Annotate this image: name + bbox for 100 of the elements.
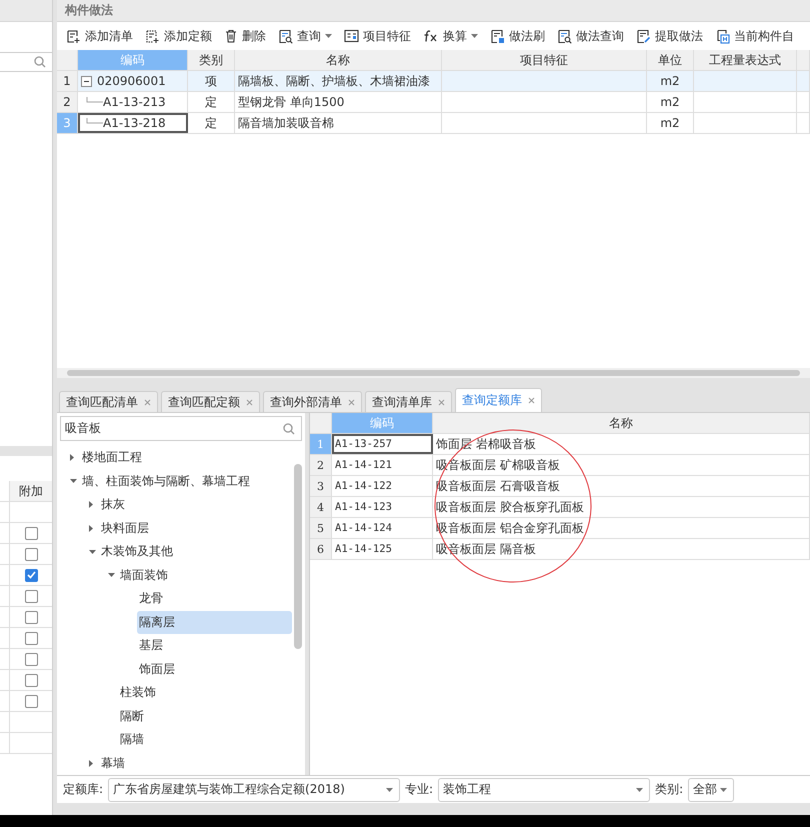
trash-icon <box>224 29 238 43</box>
close-icon[interactable] <box>438 398 445 406</box>
checkbox[interactable] <box>24 568 38 582</box>
toolbar-button[interactable]: 做法查询 <box>552 26 629 46</box>
tab[interactable]: 查询匹配定额 <box>161 391 260 412</box>
column-header: 项目特征 <box>442 50 647 70</box>
search-field[interactable]: 吸音板 <box>60 416 302 441</box>
add-document-icon <box>66 28 81 44</box>
filter-label: 类别: <box>655 781 684 798</box>
toolbar-button[interactable]: 换算 <box>418 26 483 46</box>
close-icon[interactable] <box>246 398 253 406</box>
collapse-icon[interactable] <box>81 76 92 86</box>
close-icon[interactable] <box>144 398 151 406</box>
row-number: 2 <box>57 92 78 112</box>
row-number: 4 <box>310 497 332 517</box>
tree-item[interactable]: 隔断 <box>118 704 146 728</box>
scrollbar-thumb[interactable] <box>294 464 302 649</box>
code-text: A1-13-213 <box>103 95 166 109</box>
tree-item[interactable]: 隔离层 <box>137 610 292 634</box>
column-header: 类别 <box>188 50 235 70</box>
search-field[interactable] <box>0 52 52 72</box>
checkbox[interactable] <box>24 694 38 708</box>
expanded-arrow-icon[interactable] <box>70 479 77 484</box>
table-cell: 隔墙板、隔断、护墙板、木墙裙油漆 <box>235 71 442 91</box>
tree-item[interactable]: 木装饰及其他 <box>99 540 175 564</box>
row-number: 5 <box>310 518 332 538</box>
tree-item[interactable]: 块料面层 <box>99 516 151 540</box>
tab[interactable]: 查询定额库 <box>455 388 542 412</box>
checkbox[interactable] <box>24 548 38 560</box>
toolbar-button[interactable]: 添加定额 <box>140 26 217 46</box>
checkbox[interactable] <box>24 526 38 540</box>
column-header: 编码 <box>78 50 188 70</box>
dropdown[interactable]: 全部 <box>688 778 734 802</box>
add-document-icon <box>145 28 160 44</box>
document-search-icon <box>557 28 572 44</box>
row-number: 3 <box>310 476 332 496</box>
dropdown[interactable]: 广东省房屋建筑与装饰工程综合定额(2018) <box>108 778 400 802</box>
table-cell: 项 <box>188 71 235 91</box>
code-text: 020906001 <box>97 74 166 88</box>
code-text: A1-13-218 <box>103 116 166 130</box>
close-icon[interactable] <box>348 398 355 406</box>
filter-label: 定额库: <box>63 781 104 798</box>
scrollbar-thumb[interactable] <box>67 370 800 376</box>
table-cell: A1-14-121 <box>332 455 433 475</box>
table-cell: m2 <box>647 71 694 91</box>
table-cell: A1-14-125 <box>332 539 433 559</box>
dropdown[interactable]: 装饰工程 <box>438 778 650 802</box>
filter-label: 专业: <box>405 781 434 798</box>
collapsed-arrow-icon[interactable] <box>89 524 93 532</box>
collapsed-arrow-icon[interactable] <box>89 760 93 767</box>
expanded-arrow-icon[interactable] <box>108 573 115 578</box>
document-search-icon <box>278 28 293 44</box>
tab[interactable]: 查询外部清单 <box>263 391 362 412</box>
row-number: 3 <box>57 113 78 133</box>
table-cell: A1-13-257 <box>332 434 433 454</box>
checkbox[interactable] <box>24 632 38 644</box>
table-cell: 隔音墙加装吸音棉 <box>235 113 442 133</box>
tree-item[interactable]: 抹灰 <box>99 493 127 516</box>
caret-icon <box>636 788 644 792</box>
toolbar-button[interactable]: 提取做法 <box>631 26 708 46</box>
document-brush-icon <box>490 28 505 44</box>
column-header: 工程量表达式 <box>694 50 797 70</box>
column-header: 名称 <box>235 50 442 70</box>
tree-item[interactable]: 基层 <box>137 634 165 658</box>
toolbar-button[interactable]: 查询 <box>273 26 337 46</box>
table-cell: A1-14-122 <box>332 476 433 496</box>
column-header: 名称 <box>433 413 810 433</box>
tree-item[interactable]: 墙面装饰 <box>118 564 170 587</box>
search-icon <box>283 422 295 434</box>
tree-item[interactable]: 饰面层 <box>137 658 177 681</box>
table-cell: 定 <box>188 92 235 112</box>
toolbar-button[interactable]: 删除 <box>219 26 271 46</box>
table-cell: m2 <box>647 92 694 112</box>
close-icon[interactable] <box>528 397 535 404</box>
toolbar-button[interactable]: 做法刷 <box>485 26 550 46</box>
function-icon <box>423 29 439 43</box>
column-header: 编码 <box>332 413 433 433</box>
tree-item[interactable]: 墙、柱面装饰与隔断、幕墙工程 <box>80 470 252 493</box>
table-cell: 型钢龙骨 单向1500 <box>235 92 442 112</box>
toolbar-button[interactable]: 当前构件自 <box>710 26 799 46</box>
collapsed-arrow-icon[interactable] <box>70 454 74 462</box>
checkbox[interactable] <box>24 674 38 686</box>
checkbox[interactable] <box>24 652 38 666</box>
tree-item[interactable]: 柱装饰 <box>118 681 158 704</box>
tree-item[interactable]: 幕墙 <box>99 752 127 775</box>
expanded-arrow-icon[interactable] <box>89 550 96 554</box>
tree-item[interactable]: 龙骨 <box>137 587 165 610</box>
tab[interactable]: 查询清单库 <box>365 391 452 412</box>
tree-item[interactable]: 楼地面工程 <box>80 446 144 470</box>
column-header: 附加 <box>10 481 52 501</box>
tab[interactable]: 查询匹配清单 <box>59 391 158 412</box>
tree-item[interactable]: 隔墙 <box>118 728 146 752</box>
table-cell: 吸音板面层 胶合板穿孔面板 <box>433 497 810 517</box>
checkbox[interactable] <box>24 590 38 602</box>
caret-icon <box>720 788 728 792</box>
toolbar-button[interactable]: 项目特征 <box>339 26 416 46</box>
table-cell: 定 <box>188 113 235 133</box>
collapsed-arrow-icon[interactable] <box>89 501 93 508</box>
checkbox[interactable] <box>24 610 38 624</box>
toolbar-button[interactable]: 添加清单 <box>61 26 138 46</box>
